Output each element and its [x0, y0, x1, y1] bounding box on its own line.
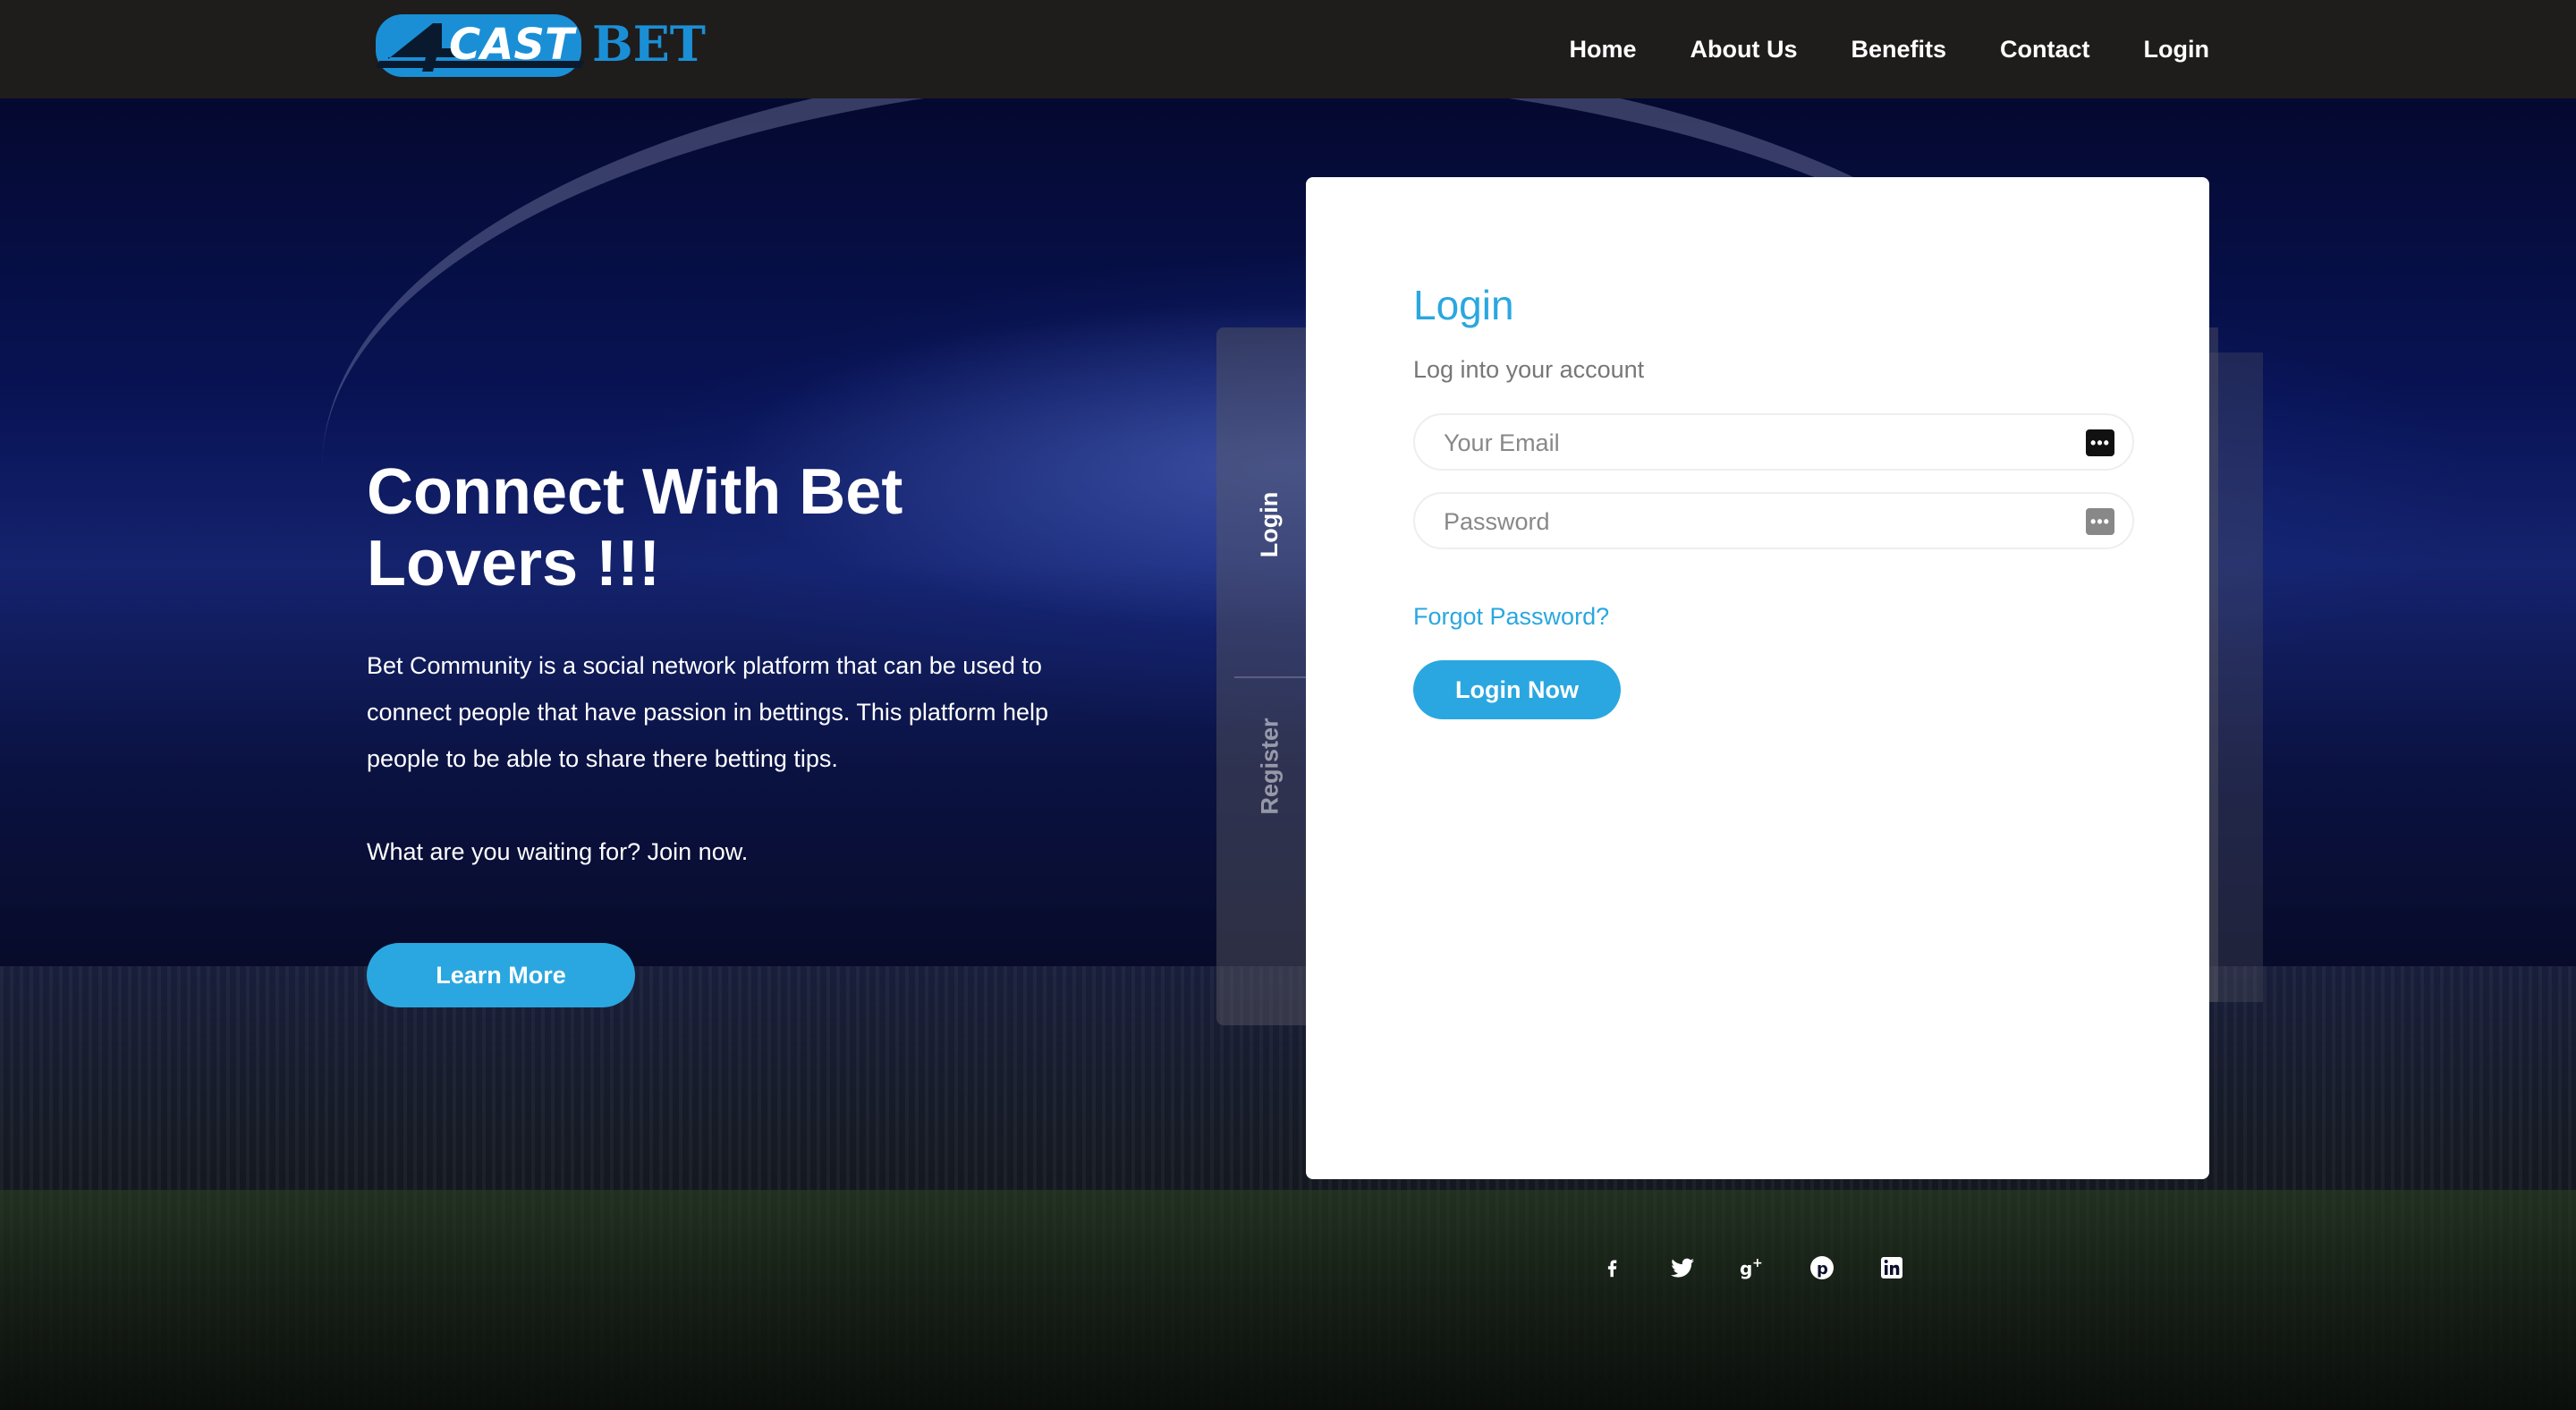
svg-text:+: + — [1752, 1256, 1763, 1270]
password-manager-icon[interactable]: ••• — [2086, 508, 2114, 535]
password-input[interactable] — [1442, 494, 2054, 549]
login-title: Login — [1413, 282, 1514, 328]
hero-cta-text: What are you waiting for? Join now. — [367, 838, 749, 865]
tab-divider — [1234, 676, 1306, 678]
twitter-icon[interactable] — [1667, 1253, 1698, 1283]
login-card: Login Log into your account ••• ••• Forg… — [1306, 177, 2209, 1179]
top-header: CAST BET Home About Us Benefits Contact … — [0, 0, 2576, 98]
email-input[interactable] — [1442, 415, 2054, 471]
email-field: ••• — [1413, 413, 2134, 471]
social-links: g + p — [1597, 1253, 1907, 1283]
nav-home[interactable]: Home — [1569, 36, 1636, 64]
password-manager-icon[interactable]: ••• — [2086, 429, 2114, 456]
nav-benefits[interactable]: Benefits — [1851, 36, 1946, 64]
hero-title: Connect With Bet Lovers !!! — [367, 456, 903, 599]
facebook-icon[interactable] — [1597, 1253, 1628, 1283]
nav-about-us[interactable]: About Us — [1690, 36, 1798, 64]
main-nav: Home About Us Benefits Contact Login — [1569, 0, 2209, 98]
nav-login[interactable]: Login — [2144, 36, 2209, 64]
svg-text:p: p — [1817, 1260, 1828, 1278]
svg-text:CAST: CAST — [449, 20, 577, 70]
brand-logo[interactable]: CAST BET — [370, 5, 728, 81]
password-field: ••• — [1413, 492, 2134, 549]
tab-register-label: Register — [1256, 717, 1284, 815]
login-subtitle: Log into your account — [1413, 356, 1645, 383]
hero-section: Connect With Bet Lovers !!! Bet Communit… — [367, 456, 1082, 1007]
forgot-password-link[interactable]: Forgot Password? — [1413, 603, 1609, 631]
login-now-button[interactable]: Login Now — [1413, 660, 1621, 719]
nav-contact[interactable]: Contact — [2000, 36, 2090, 64]
google-plus-icon[interactable]: g + — [1737, 1253, 1767, 1283]
svg-text:g: g — [1740, 1258, 1752, 1279]
learn-more-button[interactable]: Learn More — [367, 943, 635, 1007]
hero-description: Bet Community is a social network platfo… — [367, 652, 1048, 772]
pinterest-icon[interactable]: p — [1807, 1253, 1837, 1283]
linkedin-icon[interactable] — [1877, 1253, 1907, 1283]
svg-text:BET: BET — [592, 15, 706, 72]
tab-login-label: Login — [1256, 491, 1284, 557]
